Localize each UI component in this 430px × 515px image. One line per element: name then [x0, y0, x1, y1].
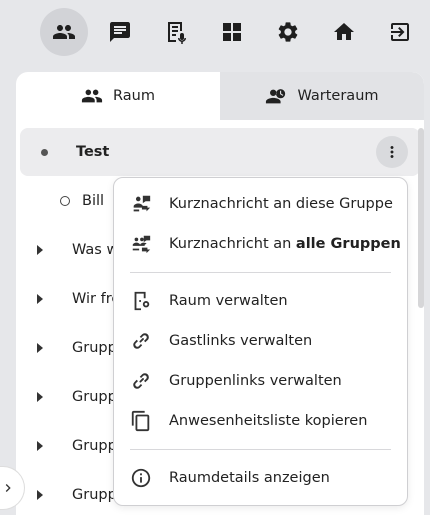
gear-icon — [278, 22, 298, 42]
more-options-button[interactable] — [376, 136, 408, 168]
expand-caret-icon — [37, 440, 43, 451]
menu-item-message-group[interactable]: Kurznachricht an diese Gruppe — [114, 184, 407, 224]
group-name: Was w — [72, 241, 119, 258]
tab-raum-label: Raum — [113, 88, 155, 104]
more-vert-icon — [390, 146, 394, 158]
menu-item-copy-attendance[interactable]: Anwesenheitsliste kopieren — [114, 401, 407, 441]
expand-caret-icon — [37, 293, 43, 304]
transcript-mic-icon — [168, 22, 186, 44]
menu-item-label: Gruppenlinks verwalten — [169, 373, 342, 389]
tab-warteraum-label: Warteraum — [297, 88, 379, 104]
menu-item-label: Gastlinks verwalten — [169, 333, 313, 349]
tab-raum[interactable]: Raum — [16, 72, 220, 120]
link-icon — [133, 373, 149, 389]
expand-wrap[interactable] — [16, 342, 64, 353]
participants-button[interactable] — [40, 8, 88, 56]
chat-button[interactable] — [96, 8, 144, 56]
people-icon — [53, 25, 75, 39]
all-groups-message-icon — [132, 235, 151, 254]
room-title: Test — [76, 144, 110, 160]
chevron-right-icon — [5, 484, 11, 492]
menu-item-group-links[interactable]: Gruppenlinks verwalten — [114, 361, 407, 401]
expand-wrap[interactable] — [16, 391, 64, 402]
expand-caret-icon — [37, 244, 43, 255]
link-icon — [133, 333, 149, 349]
group-icon — [81, 89, 103, 103]
label-prefix: Kurznachricht an — [169, 236, 296, 252]
settings-button[interactable] — [264, 8, 312, 56]
info-icon — [131, 468, 151, 488]
copy-icon — [131, 410, 150, 432]
menu-item-room-details[interactable]: Raumdetails anzeigen — [114, 458, 407, 498]
group-name: Grupp — [72, 437, 117, 454]
expand-wrap[interactable] — [16, 440, 64, 451]
label-bold: alle Gruppen — [295, 236, 401, 252]
leave-button[interactable] — [376, 8, 424, 56]
menu-item-label: Kurznachricht an alle Gruppen — [169, 236, 401, 252]
panel-tabs: Raum Warteraum — [16, 72, 424, 120]
expand-caret-icon — [37, 391, 43, 402]
status-bullet — [40, 148, 48, 156]
menu-divider — [130, 272, 391, 273]
transcript-button[interactable] — [152, 8, 200, 56]
waiting-room-icon — [266, 89, 286, 104]
list-scrollbar[interactable] — [418, 128, 424, 308]
menu-item-label: Raumdetails anzeigen — [169, 470, 330, 486]
menu-item-message-all-groups[interactable]: Kurznachricht an alle Gruppen — [114, 224, 407, 264]
home-button[interactable] — [320, 8, 368, 56]
exit-icon — [391, 23, 409, 41]
expand-wrap[interactable] — [16, 293, 64, 304]
group-name: Grupp — [72, 486, 117, 503]
group-name: Grupp — [72, 339, 117, 356]
status-ring — [60, 195, 70, 206]
grid-icon — [223, 23, 241, 41]
expand-wrap[interactable] — [16, 244, 64, 255]
menu-item-label: Anwesenheitsliste kopieren — [169, 413, 368, 429]
group-message-icon — [133, 195, 151, 212]
tab-warteraum[interactable]: Warteraum — [220, 72, 424, 120]
menu-item-label: Kurznachricht an diese Gruppe — [169, 196, 393, 212]
menu-item-manage-room[interactable]: Raum verwalten — [114, 281, 407, 321]
expand-caret-icon — [37, 342, 43, 353]
menu-divider — [130, 449, 391, 450]
chat-icon — [110, 22, 130, 42]
layout-button[interactable] — [208, 8, 256, 56]
list-item[interactable]: Test — [20, 128, 420, 176]
menu-item-label: Raum verwalten — [169, 293, 288, 309]
manage-room-icon — [134, 291, 150, 311]
menu-item-guest-links[interactable]: Gastlinks verwalten — [114, 321, 407, 361]
room-context-menu: Kurznachricht an diese Gruppe Kurznachri… — [113, 177, 408, 506]
status-bullet-wrap — [20, 148, 68, 156]
top-toolbar — [40, 8, 430, 56]
home-icon — [334, 23, 354, 40]
participant-name: Bill — [82, 192, 105, 209]
status-ring-wrap — [16, 195, 76, 206]
group-name: Grupp — [72, 388, 117, 405]
expand-caret-icon — [37, 489, 43, 500]
